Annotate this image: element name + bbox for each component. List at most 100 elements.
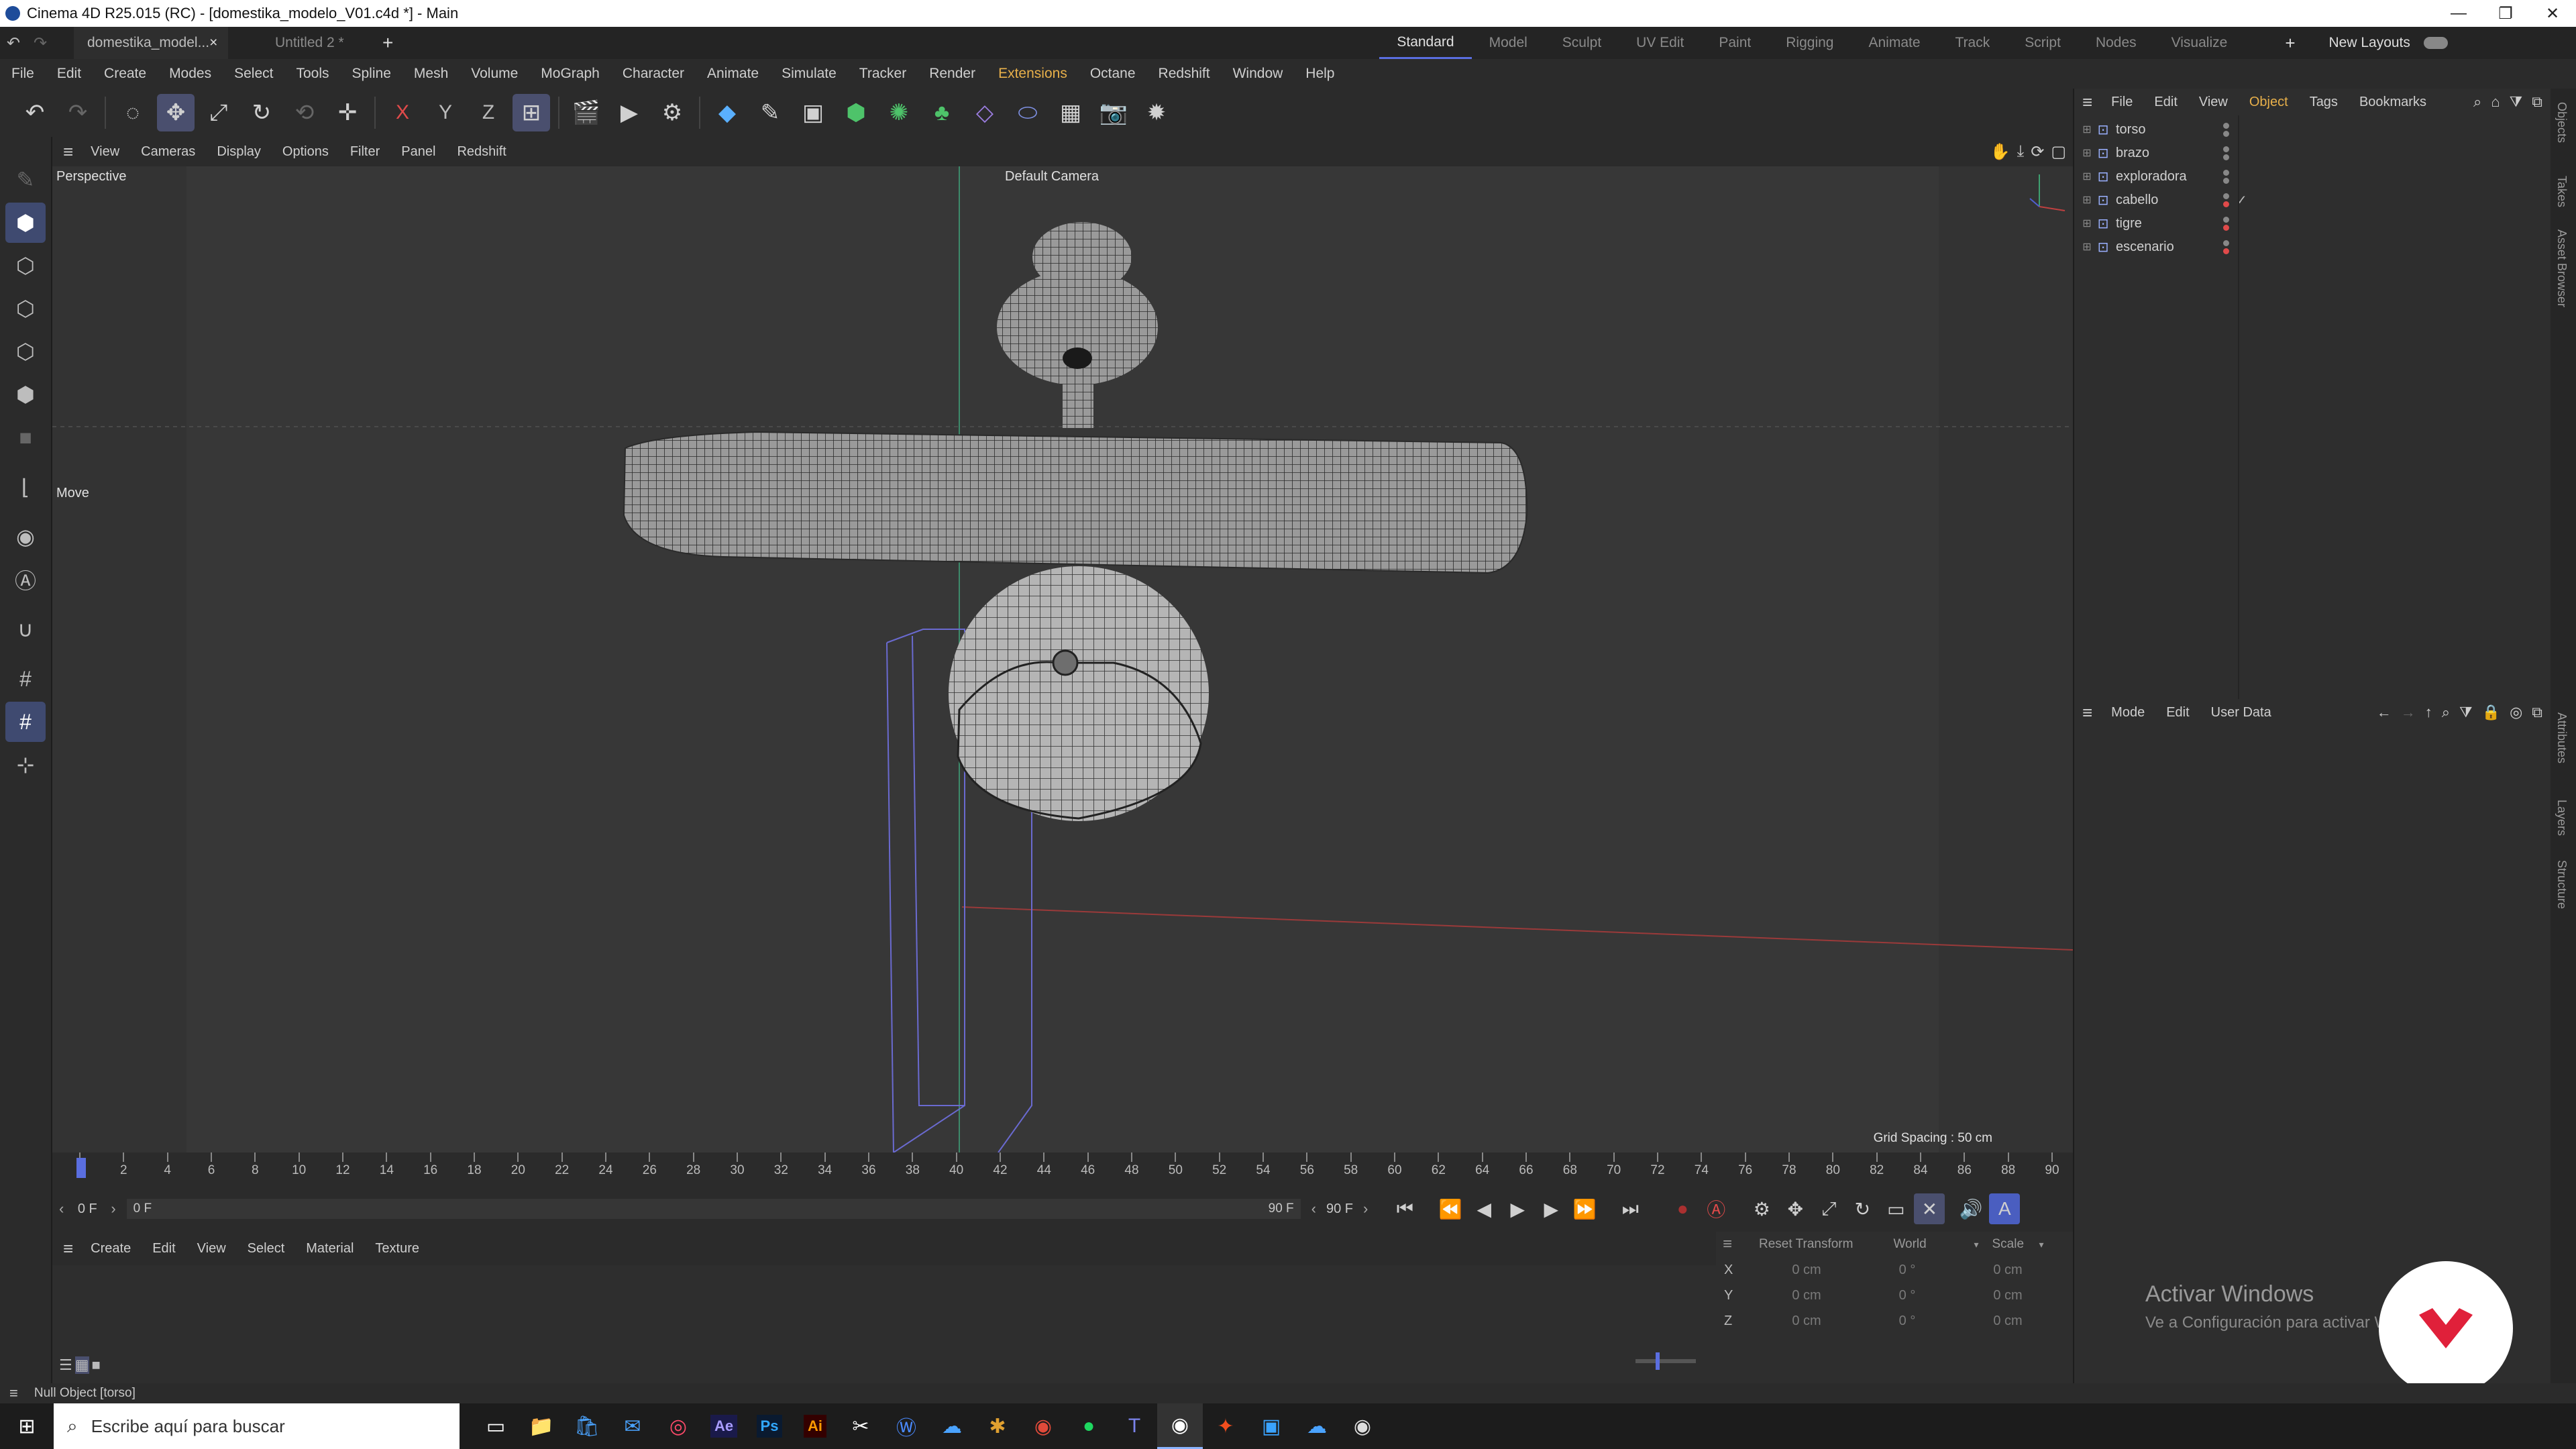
expand-icon[interactable]: ⊞: [2080, 193, 2094, 207]
play-icon[interactable]: ▶: [1502, 1193, 1533, 1224]
viewport-menu-display[interactable]: Display: [206, 144, 272, 160]
model-mode-icon[interactable]: ⬢: [5, 203, 46, 243]
menu-animate[interactable]: Animate: [696, 66, 770, 82]
frame-next-icon[interactable]: ›: [111, 1200, 115, 1218]
orbit-view-icon[interactable]: ⟳: [2031, 142, 2044, 162]
spotify-icon[interactable]: ●: [1066, 1403, 1112, 1449]
camera-icon[interactable]: 📷: [1095, 94, 1132, 131]
viewport-menu-filter[interactable]: Filter: [339, 144, 390, 160]
record-icon[interactable]: ●: [1667, 1193, 1698, 1224]
visibility-dots-icon[interactable]: [2223, 169, 2229, 184]
layout-tab-script[interactable]: Script: [2007, 27, 2078, 59]
cinema4d-taskbar-icon[interactable]: ◉: [1157, 1403, 1203, 1449]
make-editable-icon[interactable]: ✎: [5, 160, 46, 200]
autokey-icon[interactable]: Ⓐ: [1701, 1193, 1731, 1224]
coord-rotation-field[interactable]: 0 °: [1857, 1263, 1957, 1278]
floor-icon[interactable]: ▦: [1052, 94, 1089, 131]
coord-size-field[interactable]: 0 cm: [1957, 1313, 2058, 1329]
side-tab-layers[interactable]: Layers: [2555, 800, 2569, 836]
menu-select[interactable]: Select: [223, 66, 284, 82]
key-scale-icon[interactable]: ⤢: [1813, 1193, 1844, 1224]
chrome-icon[interactable]: ◉: [1020, 1403, 1066, 1449]
uv-mode-icon[interactable]: ■: [5, 417, 46, 458]
coordinate-system-icon[interactable]: ⊞: [513, 94, 550, 131]
visibility-dots-icon[interactable]: [2223, 193, 2229, 207]
object-row-exploradora[interactable]: ⊞ ⊡ exploradora: [2074, 165, 2544, 188]
current-frame-field[interactable]: 0 F: [64, 1201, 111, 1217]
thumbnail-size-slider[interactable]: [1635, 1352, 1696, 1370]
y-axis-icon[interactable]: Y: [427, 94, 464, 131]
home-icon[interactable]: ⌂: [2491, 93, 2500, 111]
figma-icon[interactable]: ✦: [1203, 1403, 1248, 1449]
menu-simulate[interactable]: Simulate: [770, 66, 848, 82]
menu-help[interactable]: Help: [1294, 66, 1346, 82]
file-explorer-icon[interactable]: 📁: [519, 1403, 564, 1449]
x-axis-icon[interactable]: X: [384, 94, 421, 131]
menu-create[interactable]: Create: [93, 66, 158, 82]
material-menu-edit[interactable]: Edit: [142, 1241, 186, 1256]
menu-edit[interactable]: Edit: [46, 66, 93, 82]
grid-view-icon[interactable]: ▦: [74, 1356, 89, 1374]
material-area[interactable]: ☰ ▦ ■: [52, 1265, 1716, 1383]
visibility-dots-icon[interactable]: [2223, 216, 2229, 231]
onedrive-icon[interactable]: ☁: [929, 1403, 975, 1449]
field-icon[interactable]: ⬭: [1009, 94, 1046, 131]
material-menu-material[interactable]: Material: [295, 1241, 364, 1256]
illustrator-icon[interactable]: Ai: [792, 1403, 838, 1449]
visibility-dots-icon[interactable]: [2223, 122, 2229, 137]
layout-tab-track[interactable]: Track: [1938, 27, 2008, 59]
side-tab-attributes[interactable]: Attributes: [2555, 712, 2569, 763]
render-settings-icon[interactable]: ⚙: [653, 94, 691, 131]
mograph-icon[interactable]: ♣: [923, 94, 961, 131]
blue-app-icon[interactable]: ▣: [1248, 1403, 1294, 1449]
object-hamburger-icon[interactable]: ≡: [2074, 92, 2100, 113]
previous-frame-icon[interactable]: ◀: [1468, 1193, 1499, 1224]
onedrive-2-icon[interactable]: ☁: [1294, 1403, 1340, 1449]
live-selection-icon[interactable]: ◌: [114, 94, 152, 131]
keyframe-settings-icon[interactable]: ⚙: [1746, 1193, 1777, 1224]
coordinate-space-select[interactable]: World: [1893, 1237, 1974, 1252]
frame-prev-icon[interactable]: ‹: [59, 1200, 64, 1218]
menu-spline[interactable]: Spline: [341, 66, 402, 82]
attributes-menu-user-data[interactable]: User Data: [2200, 705, 2282, 720]
subdivision-icon[interactable]: ▣: [794, 94, 832, 131]
object-menu-file[interactable]: File: [2100, 95, 2143, 110]
dolly-view-icon[interactable]: ⤓: [2017, 142, 2025, 161]
cinema4d-2-taskbar-icon[interactable]: ◉: [1340, 1403, 1385, 1449]
deformer-icon[interactable]: ◇: [966, 94, 1004, 131]
toggle-views-icon[interactable]: ▢: [2051, 142, 2066, 162]
coord-size-field[interactable]: 0 cm: [1957, 1288, 2058, 1303]
size-mode-select[interactable]: Scale: [1992, 1237, 2039, 1252]
expand-icon[interactable]: ⊞: [2080, 146, 2094, 160]
expand-icon[interactable]: ⊞: [2080, 123, 2094, 136]
object-menu-view[interactable]: View: [2188, 95, 2239, 110]
viewport-menu-redshift[interactable]: Redshift: [446, 144, 517, 160]
object-menu-object[interactable]: Object: [2239, 95, 2299, 110]
snap-magnet-icon[interactable]: ∪: [5, 609, 46, 649]
target-icon[interactable]: ◎: [2510, 704, 2522, 721]
render-picture-viewer-icon[interactable]: ▶: [610, 94, 648, 131]
end-frame-next-icon[interactable]: ›: [1363, 1200, 1368, 1218]
search-icon[interactable]: ⌕: [2442, 704, 2450, 721]
end-frame-prev-icon[interactable]: ‹: [1311, 1200, 1316, 1218]
axis-mode-icon[interactable]: ⌊: [5, 467, 46, 507]
layout-tab-rigging[interactable]: Rigging: [1768, 27, 1851, 59]
toggle-icon[interactable]: [2423, 37, 2448, 49]
cloner-icon[interactable]: ✺: [880, 94, 918, 131]
slack-icon[interactable]: ✱: [975, 1403, 1020, 1449]
solo-mode-icon[interactable]: ◉: [5, 517, 46, 557]
viewport-menu-cameras[interactable]: Cameras: [130, 144, 206, 160]
menu-redshift[interactable]: Redshift: [1147, 66, 1222, 82]
layout-tab-sculpt[interactable]: Sculpt: [1545, 27, 1619, 59]
status-hamburger-icon[interactable]: ≡: [0, 1385, 28, 1402]
new-window-icon[interactable]: ⧉: [2532, 93, 2542, 111]
material-menu-create[interactable]: Create: [80, 1241, 142, 1256]
viewport-menu-panel[interactable]: Panel: [390, 144, 446, 160]
side-tab-takes[interactable]: Takes: [2555, 176, 2569, 207]
viewport-hamburger-icon[interactable]: ≡: [56, 142, 80, 162]
lock-icon[interactable]: 🔒: [2482, 704, 2500, 721]
word-icon[interactable]: Ⓦ: [883, 1403, 929, 1449]
redo-history-icon[interactable]: ↷: [27, 34, 54, 53]
coords-hamburger-icon[interactable]: ≡: [1716, 1235, 1739, 1254]
expand-icon[interactable]: ⊞: [2080, 240, 2094, 254]
